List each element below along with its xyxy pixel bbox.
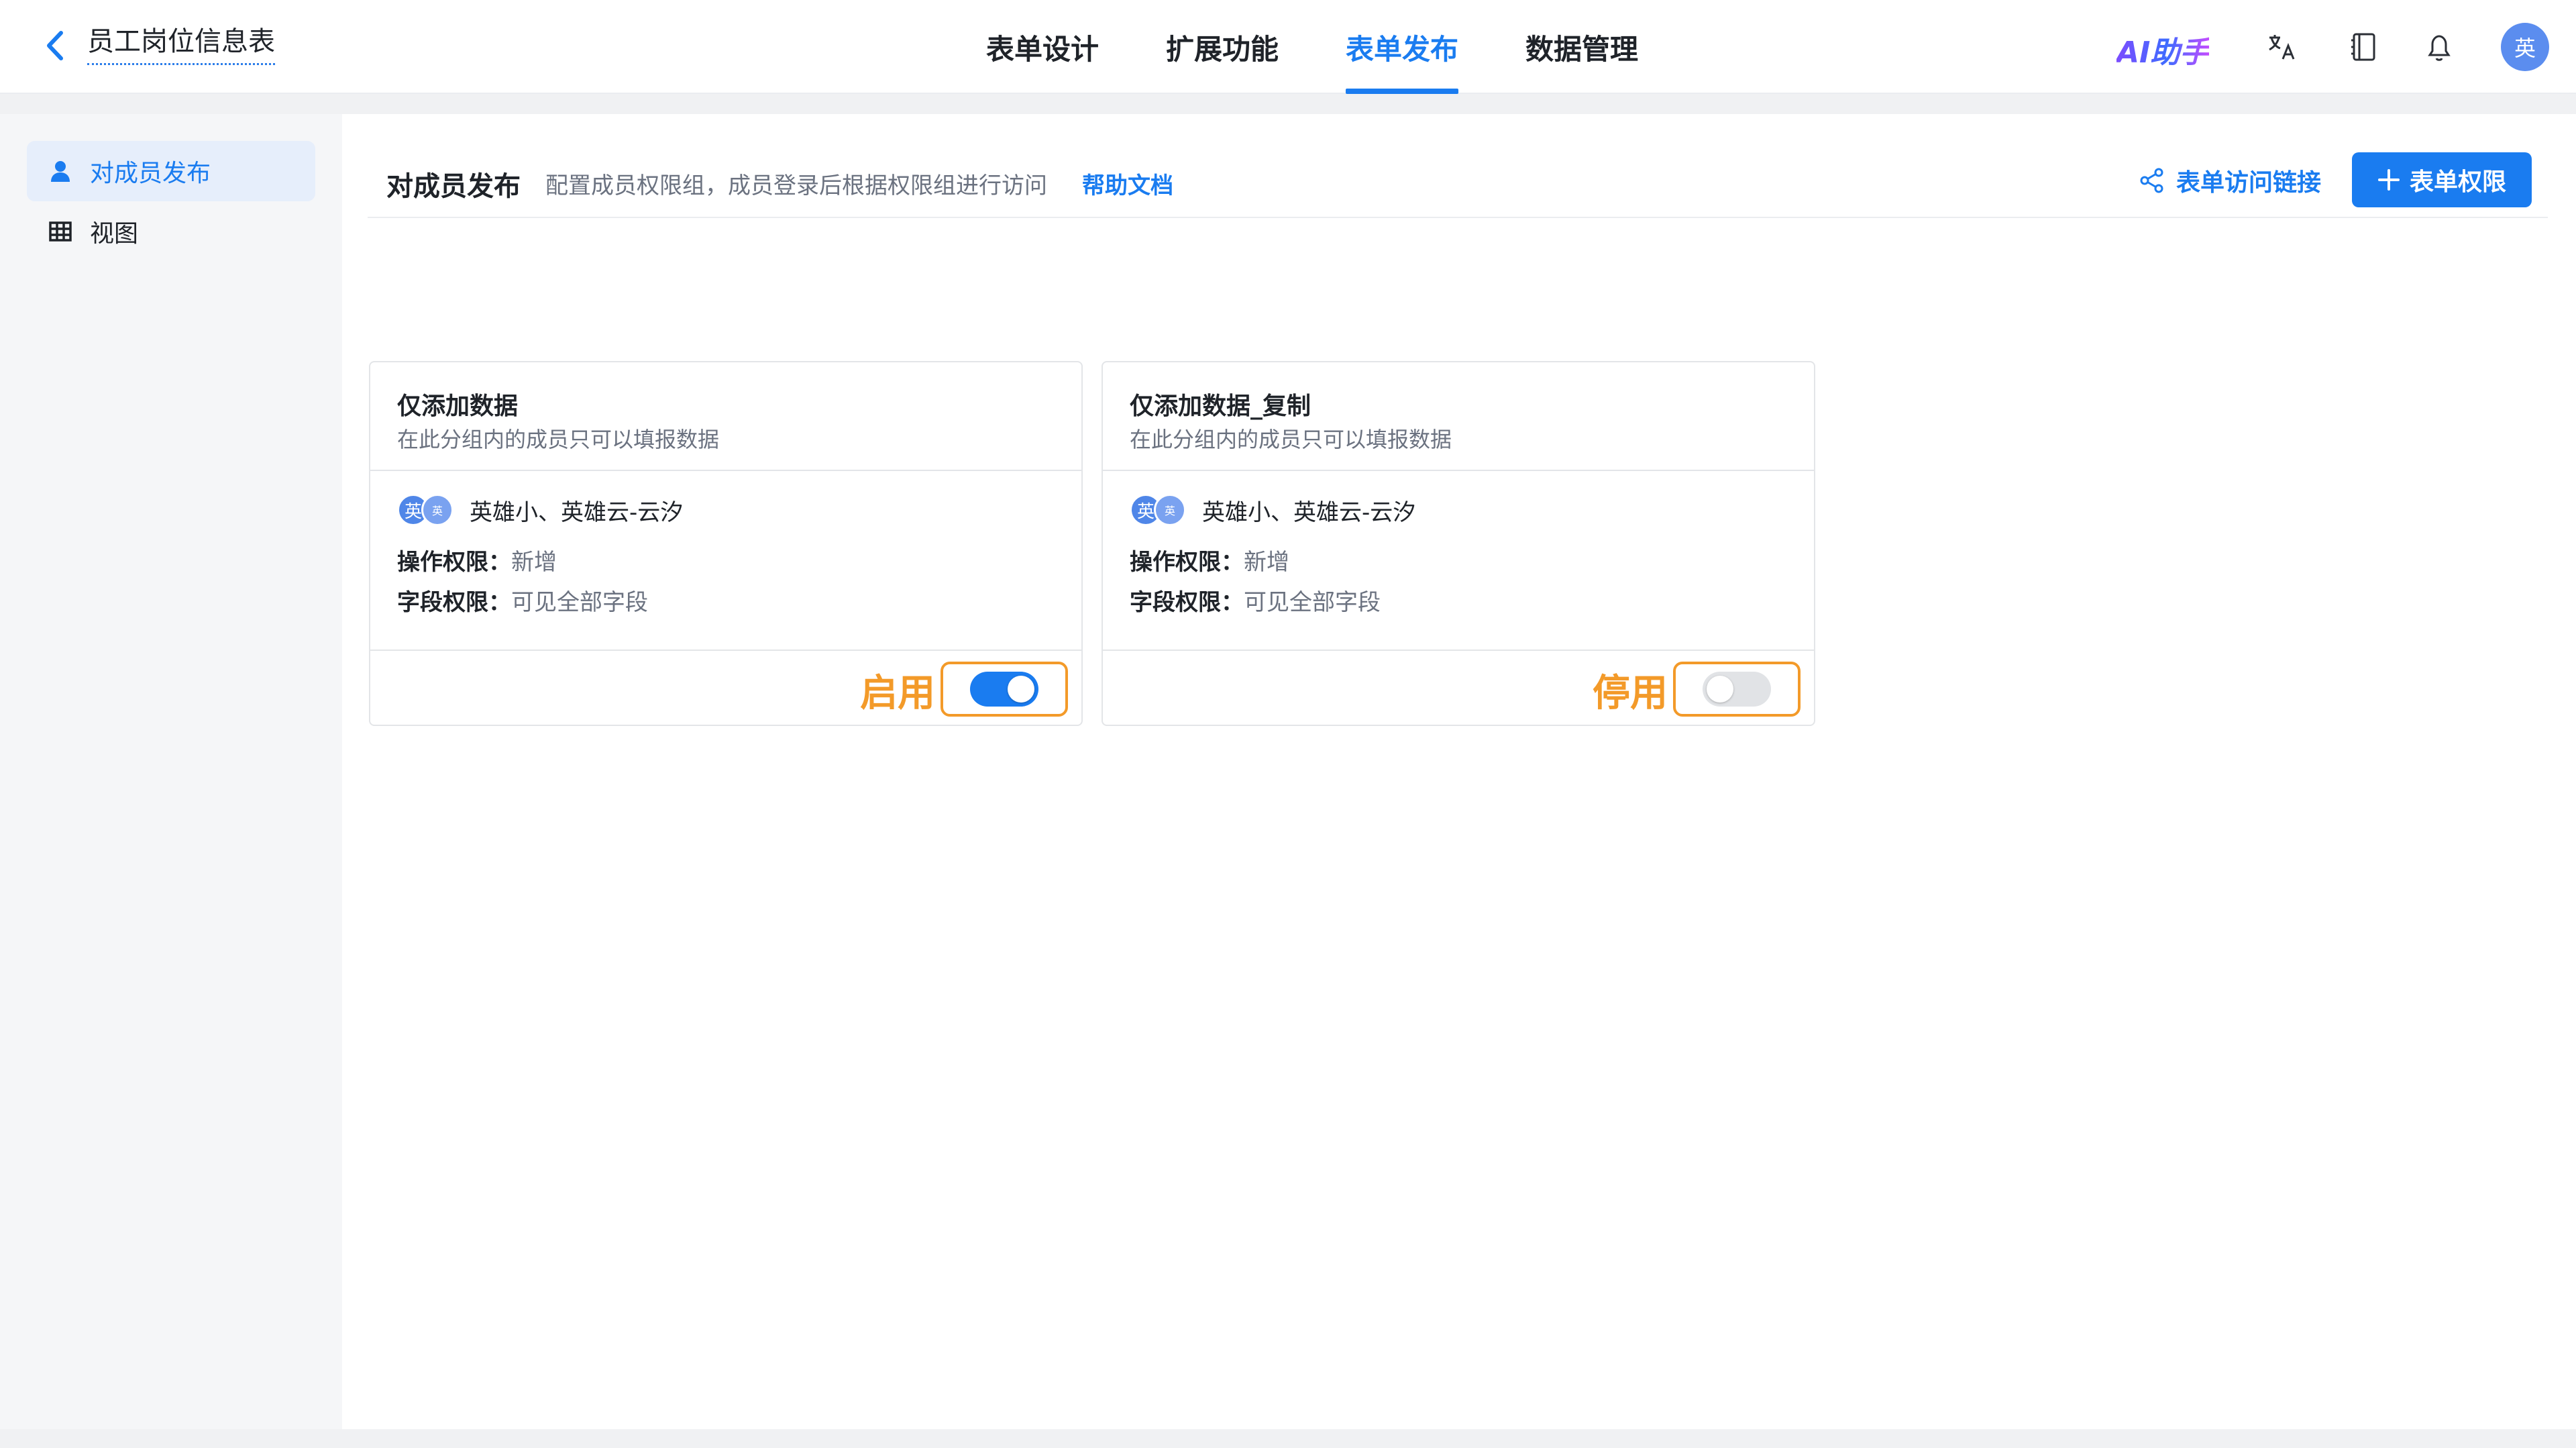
user-avatar[interactable]: 英 (2501, 23, 2549, 71)
member-list: 英 英 英雄小、英雄云-云汐 (397, 491, 683, 529)
card-header: 仅添加数据 在此分组内的成员只可以填报数据 (370, 362, 1081, 471)
group-name: 仅添加数据 (397, 393, 519, 420)
operation-permission-value: 新增 (1244, 549, 1289, 576)
card-header: 仅添加数据_复制 在此分组内的成员只可以填报数据 (1103, 362, 1814, 471)
share-icon (2140, 168, 2163, 193)
enable-toggle[interactable] (970, 672, 1038, 707)
section-header: 对成员发布 配置成员权限组，成员登录后根据权限组进行访问 帮助文档 表单访问链接… (368, 144, 2548, 218)
tab-extensions[interactable]: 扩展功能 (1132, 0, 1312, 94)
enable-toggle[interactable] (1703, 672, 1771, 707)
form-title[interactable]: 员工岗位信息表 (87, 24, 275, 65)
member-list: 英 英 英雄小、英雄云-云汐 (1130, 491, 1415, 529)
ai-assistant-button[interactable]: AI助手 (2116, 28, 2209, 71)
operation-permission-value: 新增 (511, 549, 557, 576)
toggle-knob (1008, 676, 1034, 703)
operation-permission: 操作权限：新增 (1130, 544, 1289, 576)
member-names: 英雄小、英雄云-云汐 (470, 499, 684, 526)
status-label: 启用 (860, 671, 935, 715)
group-description: 在此分组内的成员只可以填报数据 (1130, 427, 1452, 452)
field-permission-label: 字段权限： (1130, 589, 1244, 616)
status-label: 停用 (1593, 671, 1668, 715)
sidebar-item-view[interactable]: 视图 (27, 201, 315, 262)
section-title: 对成员发布 (386, 171, 521, 202)
chevron-left-icon (47, 31, 63, 60)
main-nav: 表单设计 扩展功能 表单发布 数据管理 (953, 0, 1672, 94)
sidebar-item-label: 对成员发布 (90, 160, 211, 187)
group-description: 在此分组内的成员只可以填报数据 (397, 427, 720, 452)
tab-form-design[interactable]: 表单设计 (953, 0, 1132, 94)
field-permission-value: 可见全部字段 (1244, 589, 1381, 616)
member-names: 英雄小、英雄云-云汐 (1202, 499, 1416, 526)
field-permission: 字段权限：可见全部字段 (397, 584, 648, 617)
sidebar-item-label: 视图 (90, 220, 139, 248)
translate-icon[interactable] (2264, 30, 2299, 64)
group-name: 仅添加数据_复制 (1130, 393, 1311, 420)
form-access-link-button[interactable]: 表单访问链接 (2139, 159, 2321, 202)
tab-data-management[interactable]: 数据管理 (1492, 0, 1672, 94)
help-doc-link[interactable]: 帮助文档 (1082, 167, 1173, 200)
permission-group-card[interactable]: 仅添加数据 在此分组内的成员只可以填报数据 英 英 英雄小、英雄云-云汐 操作权… (369, 361, 1083, 726)
sidebar: 对成员发布 视图 (0, 114, 342, 1429)
card-footer: 启用 (370, 650, 1081, 726)
section-description: 配置成员权限组，成员登录后根据权限组进行访问 (545, 172, 1047, 199)
sidebar-item-member-publish[interactable]: 对成员发布 (27, 141, 315, 201)
field-permission: 字段权限：可见全部字段 (1130, 584, 1381, 617)
enable-toggle-highlight[interactable] (1673, 662, 1801, 717)
field-permission-label: 字段权限： (397, 589, 511, 616)
permission-group-card[interactable]: 仅添加数据_复制 在此分组内的成员只可以填报数据 英 英 英雄小、英雄云-云汐 … (1102, 361, 1815, 726)
member-avatars: 英 英 (1130, 491, 1189, 529)
bell-icon[interactable] (2422, 30, 2457, 64)
user-icon (47, 158, 74, 185)
toggle-knob (1707, 676, 1733, 703)
tab-form-publish[interactable]: 表单发布 (1312, 0, 1492, 94)
card-footer: 停用 (1103, 650, 1814, 726)
field-permission-value: 可见全部字段 (511, 589, 648, 616)
avatar: 英 (1154, 494, 1186, 526)
member-avatars: 英 英 (397, 491, 456, 529)
book-icon[interactable] (2347, 30, 2381, 64)
avatar: 英 (421, 494, 453, 526)
operation-permission-label: 操作权限： (1130, 549, 1244, 576)
add-form-permission-button[interactable]: 表单权限 (2352, 152, 2532, 207)
add-permission-label: 表单权限 (2409, 168, 2506, 196)
access-link-label: 表单访问链接 (2176, 169, 2322, 197)
grid-icon (47, 218, 74, 245)
operation-permission: 操作权限：新增 (397, 544, 557, 576)
workspace: 对成员发布 视图 对成员发布 配置成员权限组，成员登录后根据权限组进行访问 帮助… (0, 114, 2576, 1429)
enable-toggle-highlight[interactable] (941, 662, 1068, 717)
back-button[interactable] (39, 25, 71, 66)
operation-permission-label: 操作权限： (397, 549, 511, 576)
top-header: 员工岗位信息表 表单设计 扩展功能 表单发布 数据管理 AI助手 英 (0, 0, 2576, 94)
plus-icon (2377, 169, 2400, 191)
